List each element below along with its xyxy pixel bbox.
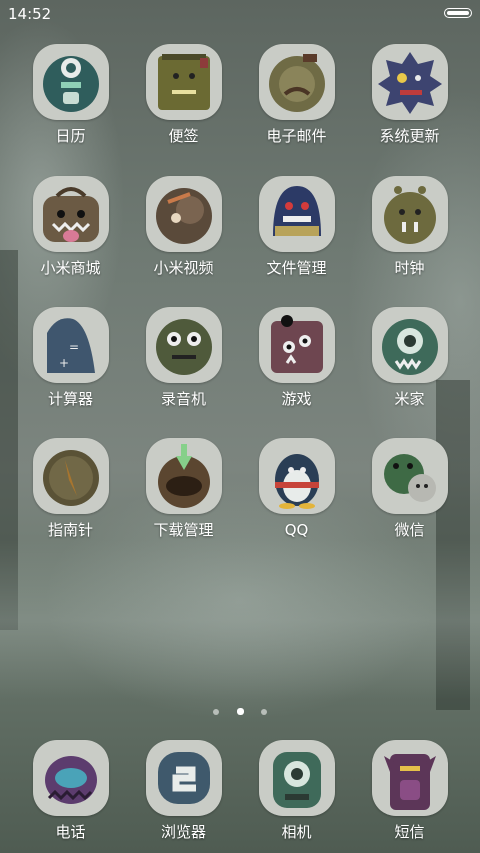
app-label: 下载管理 <box>153 521 214 539</box>
app-qq[interactable]: QQ <box>240 438 353 540</box>
wechat-monster-icon <box>371 438 448 514</box>
app-notes[interactable]: 便签 <box>127 44 240 146</box>
games-monster-icon <box>258 307 335 383</box>
recorder-monster-icon <box>145 307 222 383</box>
page-dot[interactable] <box>260 709 267 715</box>
app-mi-video[interactable]: 小米视频 <box>127 176 240 278</box>
app-file-manager[interactable]: 文件管理 <box>240 176 353 278</box>
app-games[interactable]: 游戏 <box>240 307 353 409</box>
page-dot-active[interactable] <box>236 708 244 715</box>
qq-penguin-icon <box>258 438 335 514</box>
svg-text:+: + <box>59 356 69 370</box>
mi-store-monster-icon <box>32 176 109 252</box>
app-clock[interactable]: 时钟 <box>353 176 466 278</box>
background-fog <box>0 540 480 700</box>
email-monster-icon <box>258 44 335 120</box>
app-label: 日历 <box>55 127 86 145</box>
camera-monster-icon <box>258 740 335 816</box>
app-label: 文件管理 <box>266 259 327 277</box>
app-label: 时钟 <box>394 259 425 277</box>
dock-camera[interactable]: 相机 <box>240 740 353 842</box>
svg-text:=: = <box>69 340 79 354</box>
app-label: 系统更新 <box>379 127 440 145</box>
clock-monster-icon <box>371 176 448 252</box>
app-label: 微信 <box>394 521 425 539</box>
app-label: 浏览器 <box>160 823 206 841</box>
app-label: 米家 <box>394 390 425 408</box>
messages-monster-icon <box>371 740 448 816</box>
system-update-monster-icon <box>371 44 448 120</box>
app-label: 小米视频 <box>153 259 214 277</box>
status-clock: 14:52 <box>8 5 52 23</box>
app-label: 电话 <box>55 823 86 841</box>
app-label: 计算器 <box>47 390 93 408</box>
app-label: 小米商城 <box>40 259 101 277</box>
app-email[interactable]: 电子邮件 <box>240 44 353 146</box>
app-calendar[interactable]: 日历 <box>14 44 127 146</box>
phone-monster-icon <box>32 740 109 816</box>
dock-messages[interactable]: 短信 <box>353 740 466 842</box>
app-label: 短信 <box>394 823 425 841</box>
dock-phone[interactable]: 电话 <box>14 740 127 842</box>
app-system-update[interactable]: 系统更新 <box>353 44 466 146</box>
status-bar: 14:52 <box>0 0 480 28</box>
notes-monster-icon <box>145 44 222 120</box>
battery-icon <box>444 8 472 18</box>
file-manager-monster-icon <box>258 176 335 252</box>
app-mi-store[interactable]: 小米商城 <box>14 176 127 278</box>
app-mijia[interactable]: 米家 <box>353 307 466 409</box>
app-wechat[interactable]: 微信 <box>353 438 466 540</box>
app-label: 录音机 <box>160 390 206 408</box>
calculator-monster-icon: = + <box>32 307 109 383</box>
mi-video-monster-icon <box>145 176 222 252</box>
app-label: 便签 <box>168 127 199 145</box>
downloads-monster-icon <box>145 438 222 514</box>
browser-monster-icon <box>145 740 222 816</box>
dock-browser[interactable]: 浏览器 <box>127 740 240 842</box>
mijia-monster-icon <box>371 307 448 383</box>
page-indicator <box>0 700 480 715</box>
app-label: 指南针 <box>47 521 93 539</box>
app-label: 相机 <box>281 823 312 841</box>
app-downloads[interactable]: 下载管理 <box>127 438 240 540</box>
page-dot[interactable] <box>213 709 220 715</box>
compass-monster-icon <box>32 438 109 514</box>
app-compass[interactable]: 指南针 <box>14 438 127 540</box>
app-label: 游戏 <box>281 390 312 408</box>
app-label: QQ <box>284 521 309 539</box>
app-recorder[interactable]: 录音机 <box>127 307 240 409</box>
app-label: 电子邮件 <box>266 127 327 145</box>
app-calculator[interactable]: = + 计算器 <box>14 307 127 409</box>
calendar-monster-icon <box>32 44 109 120</box>
